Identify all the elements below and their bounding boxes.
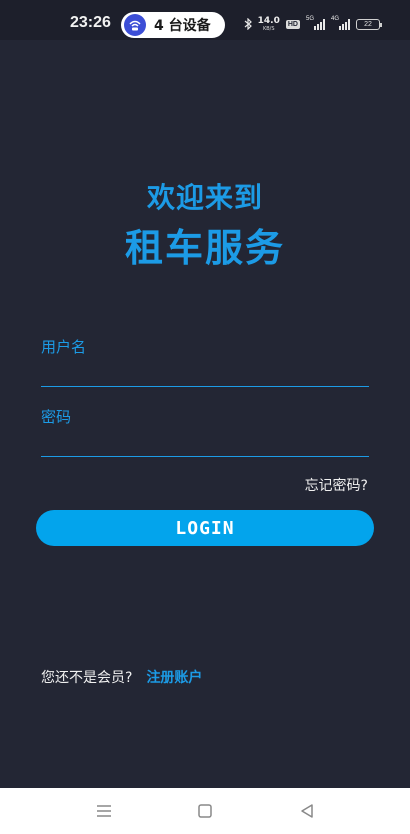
register-link[interactable]: 注册账户 (146, 667, 202, 687)
status-time: 23:26 (70, 14, 111, 31)
home-icon[interactable] (194, 800, 216, 822)
signal-icon (339, 18, 350, 30)
device-hub-icon (124, 14, 146, 36)
username-input[interactable] (41, 357, 369, 387)
signal-5g: 5G (306, 16, 325, 30)
page-title: 租车服务 (124, 226, 285, 270)
register-row: 您还不是会员? 注册账户 (41, 667, 202, 687)
battery-icon: 22 (356, 18, 382, 30)
status-bar: 23:26 4 台设备 14.0 KB/S HD 5G 4G 22 (0, 0, 410, 40)
device-pill-label: 4 台设备 (154, 18, 211, 34)
menu-icon[interactable] (93, 800, 115, 822)
signal-icon (314, 18, 325, 30)
net-speed: 14.0 KB/S (257, 15, 280, 32)
system-nav-bar (0, 788, 410, 834)
login-button[interactable]: LOGIN (36, 510, 374, 546)
back-icon[interactable] (296, 800, 318, 822)
welcome-heading: 欢迎来到 (146, 181, 263, 214)
signal-4g: 4G (331, 16, 350, 30)
status-icons: 14.0 KB/S HD 5G 4G 22 (244, 15, 382, 34)
bluetooth-icon (244, 15, 252, 34)
username-label: 用户名 (41, 338, 87, 356)
device-pill[interactable]: 4 台设备 (121, 12, 225, 38)
password-label: 密码 (41, 408, 72, 426)
hd-badge: HD (285, 19, 300, 29)
battery-level: 22 (364, 20, 372, 28)
forgot-password-link[interactable]: 忘记密码? (305, 475, 368, 495)
register-question: 您还不是会员? (41, 670, 133, 686)
password-input[interactable] (41, 427, 369, 457)
